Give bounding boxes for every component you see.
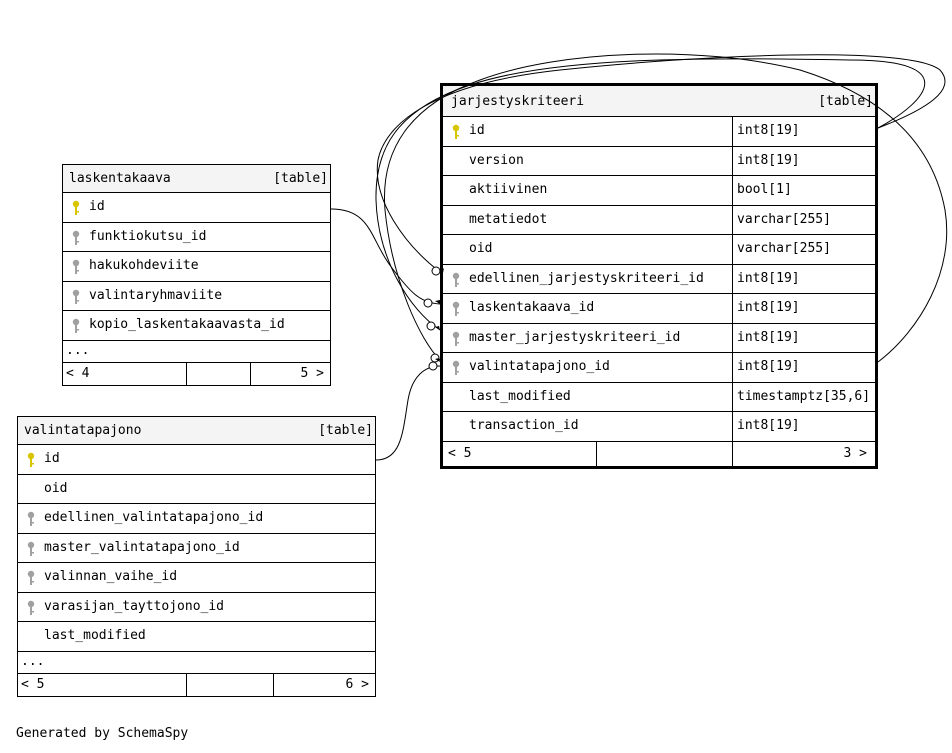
relation-laskentakaava <box>330 208 441 305</box>
relation-end-marker <box>423 298 433 308</box>
relation-arrow <box>440 268 444 273</box>
relation-end-marker <box>431 266 441 276</box>
relationship-lines <box>330 53 948 461</box>
relation-end-marker <box>430 353 440 363</box>
relation-valintatapajono <box>375 365 441 461</box>
relation-self-master <box>375 58 926 331</box>
relation-end-marker <box>428 361 438 371</box>
relation-end-marker <box>426 321 436 331</box>
relation-self-loop <box>383 53 948 363</box>
generated-by-label: Generated by SchemaSpy <box>16 726 189 741</box>
